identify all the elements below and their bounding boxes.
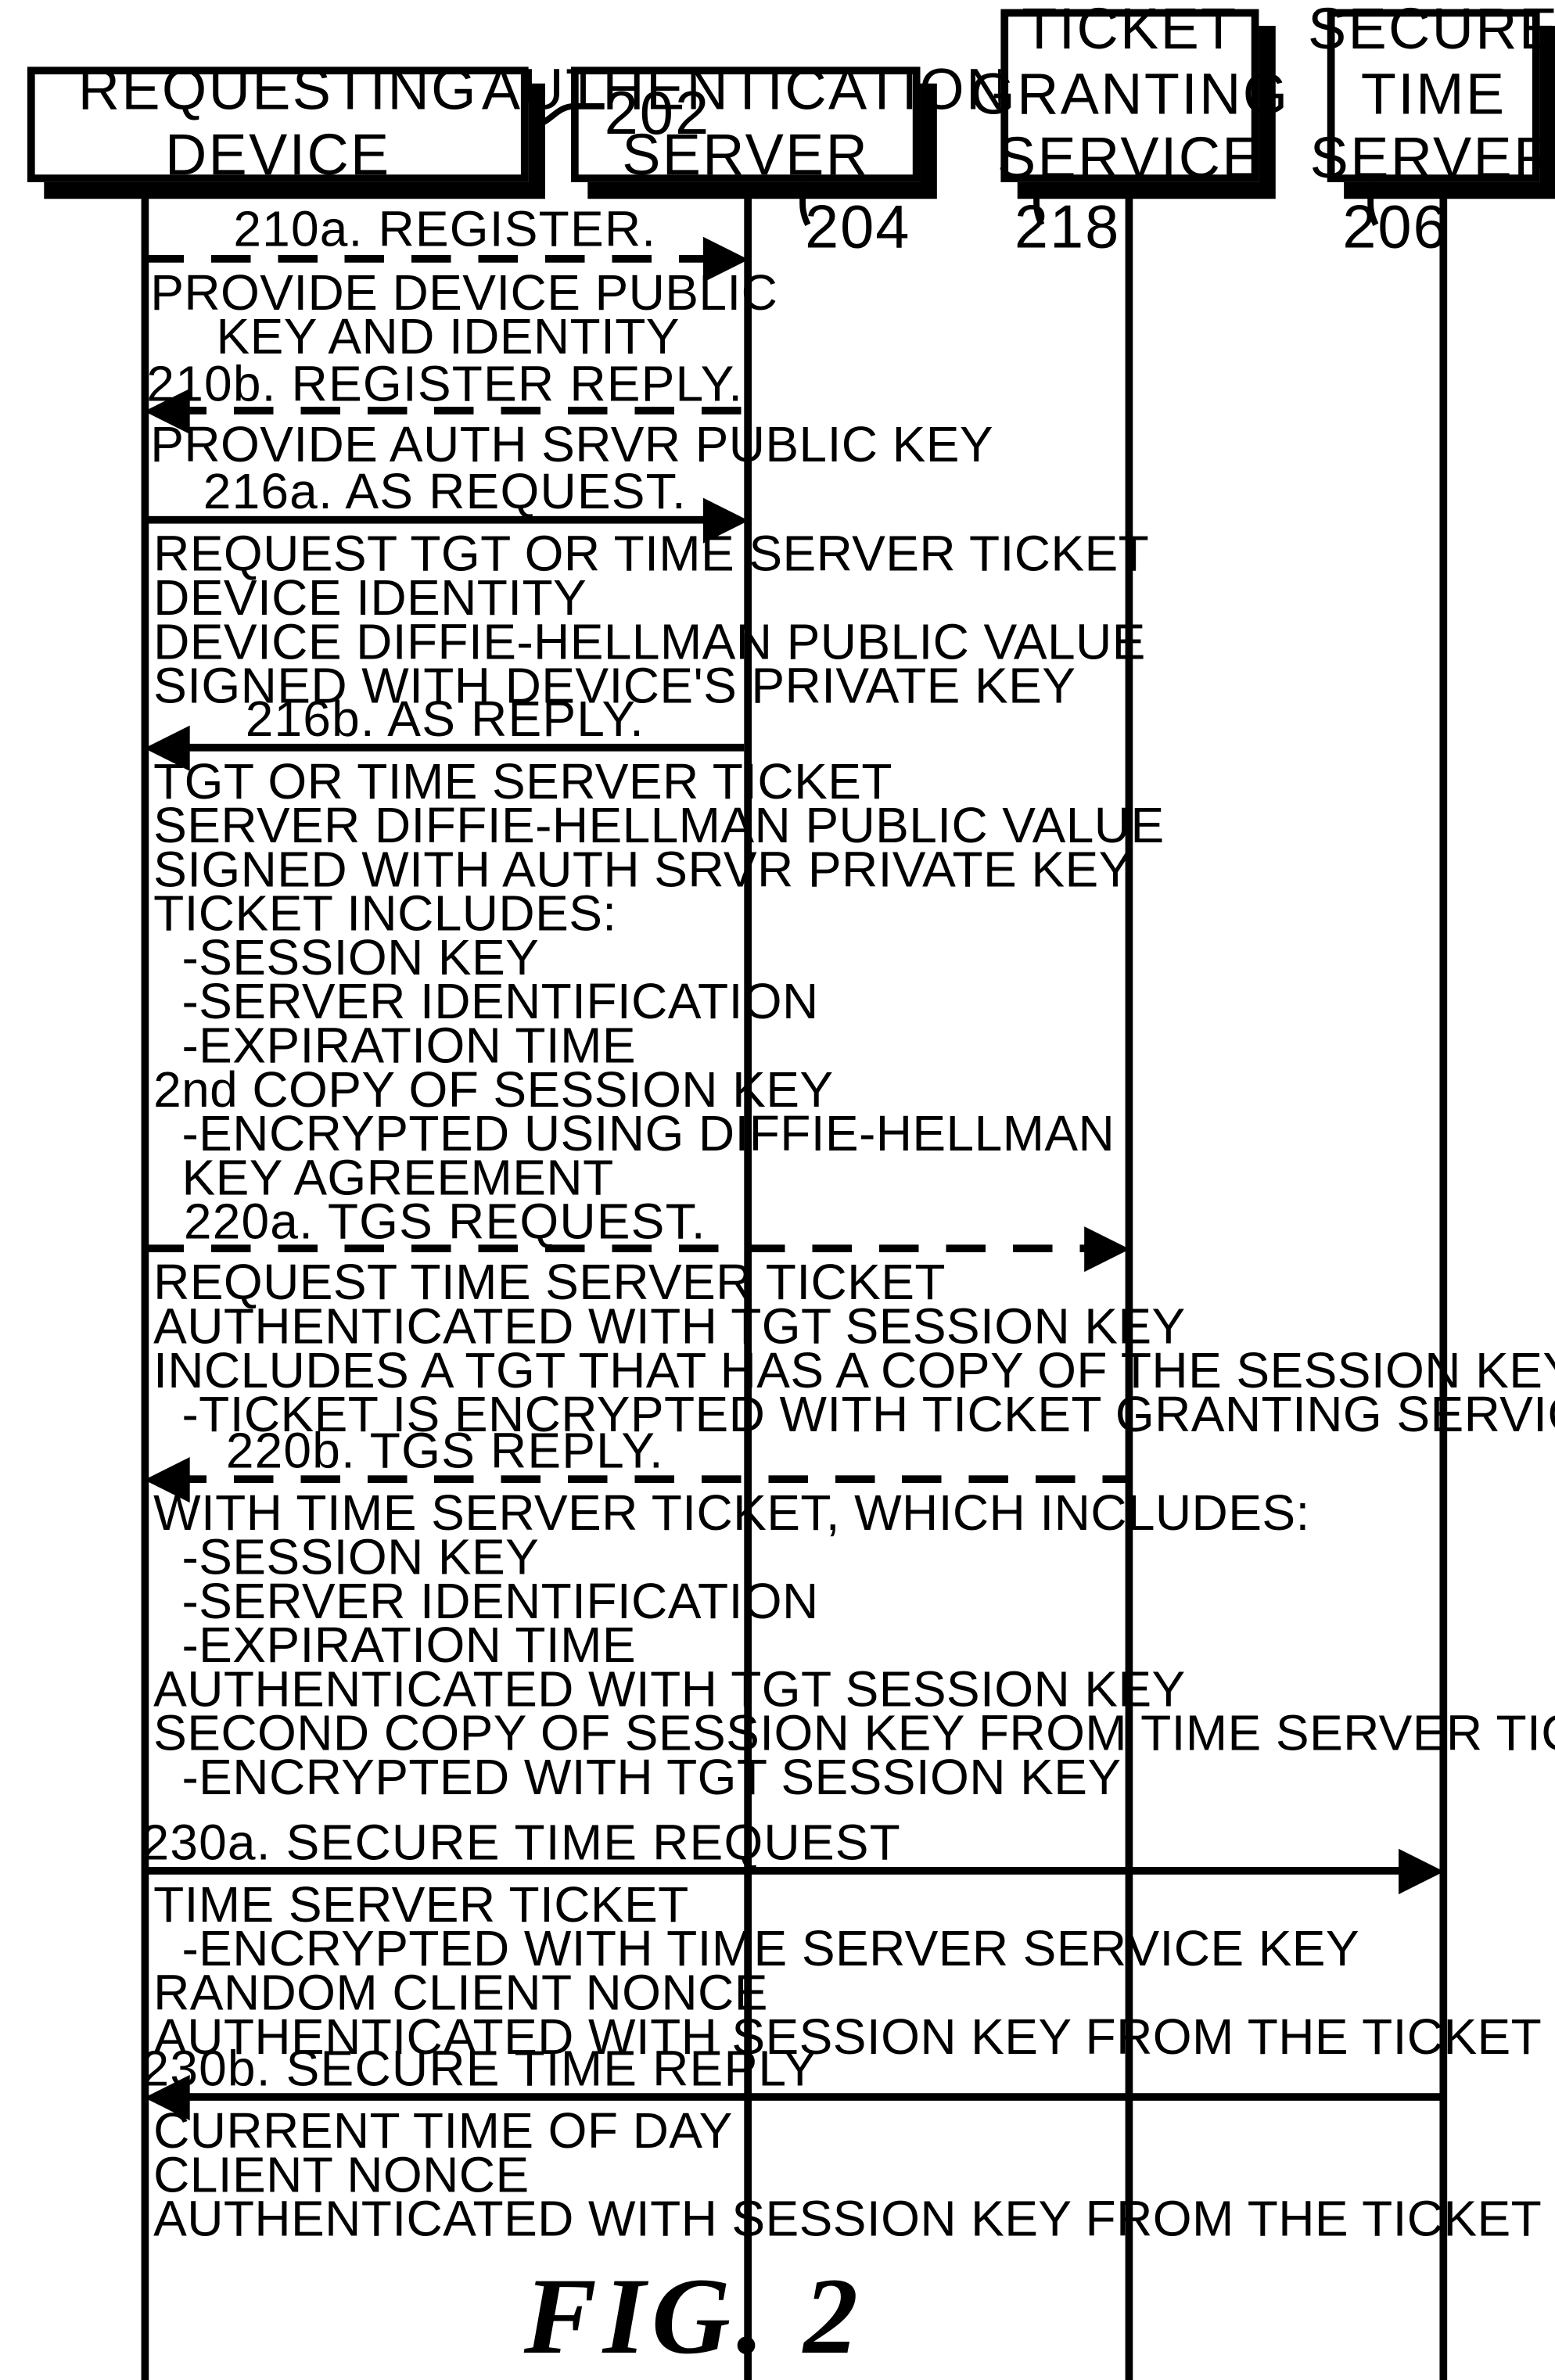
msg-body-line: REQUEST TIME SERVER TICKET [153,1254,946,1310]
refnum-202: 202 [604,80,711,148]
msg-body-210a: PROVIDE DEVICE PUBLIC KEY AND IDENTITY [150,264,778,364]
msg-label-220a: 220a. TGS REQUEST. [183,1193,706,1250]
msg-body-line: SERVER DIFFIE-HELLMAN PUBLIC VALUE [153,796,1165,853]
actor-box-requesting-device: REQUESTING DEVICE [27,60,529,188]
refnum-204: 204 [804,194,911,261]
msg-label-216a: 216a. AS REQUEST. [203,462,687,519]
msg-body-220a: REQUEST TIME SERVER TICKET AUTHENTICATED… [153,1254,1555,1439]
msg-body-line: PROVIDE DEVICE PUBLIC [150,264,778,321]
msg-body-line: 2nd COPY OF SESSION KEY [153,1061,834,1118]
msg-body-line: INCLUDES A TGT THAT HAS A COPY OF THE SE… [153,1341,1555,1398]
leader-line-202 [534,102,605,128]
msg-body-line: AUTHENTICATED WITH TGT SESSION KEY [153,1660,1186,1717]
msg-label-210a: 210a. REGISTER. [233,200,657,257]
figure-caption: FIG. 2 [523,2255,864,2378]
actor-box-ticket-granting-service: TICKET GRANTING SERVICE [970,0,1287,192]
msg-body-line: CURRENT TIME OF DAY [153,2102,733,2159]
msg-body-line: SIGNED WITH AUTH SRVR PRIVATE KEY [153,841,1133,897]
msg-body-line: TIME SERVER TICKET [153,1876,689,1933]
msg-body-220b: WITH TIME SERVER TICKET, WHICH INCLUDES:… [153,1484,1555,1802]
msg-body-line: TGT OR TIME SERVER TICKET [153,752,892,809]
actor-label-line: DEVICE [164,124,391,188]
actor-label-line: TICKET [1022,0,1238,63]
msg-body-line: -ENCRYPTED USING DIFFIE-HELLMAN [153,1104,1115,1161]
msg-label-230b: 230b. SECURE TIME REPLY [141,2040,818,2097]
actor-label-line: SERVER [1309,127,1555,192]
msg-body-line: SECOND COPY OF SESSION KEY FROM TIME SER… [153,1704,1555,1761]
msg-body-line: AUTHENTICATED WITH SESSION KEY FROM THE … [153,2190,1542,2247]
actor-box-secure-time-server: SECURE TIME SERVER [1308,0,1555,192]
msg-body-line: -SERVER IDENTIFICATION [153,1572,819,1629]
msg-body-line: REQUEST TGT OR TIME SERVER TICKET [153,525,1150,582]
actor-label-line: REQUESTING [77,59,478,124]
msg-body-216a: REQUEST TGT OR TIME SERVER TICKET DEVICE… [153,525,1150,710]
msg-body-230a: TIME SERVER TICKET -ENCRYPTED WITH TIME … [153,1876,1542,2062]
refnum-218: 218 [1014,194,1121,261]
msg-body-230b: CURRENT TIME OF DAY CLIENT NONCE AUTHENT… [153,2102,1542,2247]
msg-body-216b: TGT OR TIME SERVER TICKET SERVER DIFFIE-… [153,752,1165,1202]
msg-body-210b: PROVIDE AUTH SRVR PUBLIC KEY [150,415,993,472]
refnum-206: 206 [1342,194,1449,261]
msg-label-216b: 216b. AS REPLY. [245,691,645,747]
msg-body-line: DEVICE DIFFIE-HELLMAN PUBLIC VALUE [153,613,1146,669]
msg-label-220b: 220b. TGS REPLY. [225,1422,664,1479]
figure-canvas: REQUESTING DEVICE AUTHENTICATION SERVER … [0,0,1555,2380]
msg-body-line: CLIENT NONCE [153,2146,530,2202]
msg-body-line: -SESSION KEY [153,928,540,985]
msg-body-line: -ENCRYPTED WITH TIME SERVER SERVICE KEY [153,1919,1360,1976]
actor-label-line: TIME [1360,63,1507,127]
msg-body-line: PROVIDE AUTH SRVR PUBLIC KEY [150,415,993,472]
actor-label-line: GRANTING [970,63,1290,127]
actor-label-line: SECURE [1307,0,1555,63]
msg-body-line: -EXPIRATION TIME [153,1616,636,1673]
msg-body-line: AUTHENTICATED WITH TGT SESSION KEY [153,1298,1186,1355]
msg-label-230a: 230a. SECURE TIME REQUEST [141,1814,901,1870]
msg-body-line: KEY AND IDENTITY [216,307,680,364]
msg-body-line: WITH TIME SERVER TICKET, WHICH INCLUDES: [153,1484,1310,1541]
msg-label-210b: 210b. REGISTER REPLY. [146,355,744,411]
msg-body-line: -SERVER IDENTIFICATION [153,972,819,1029]
